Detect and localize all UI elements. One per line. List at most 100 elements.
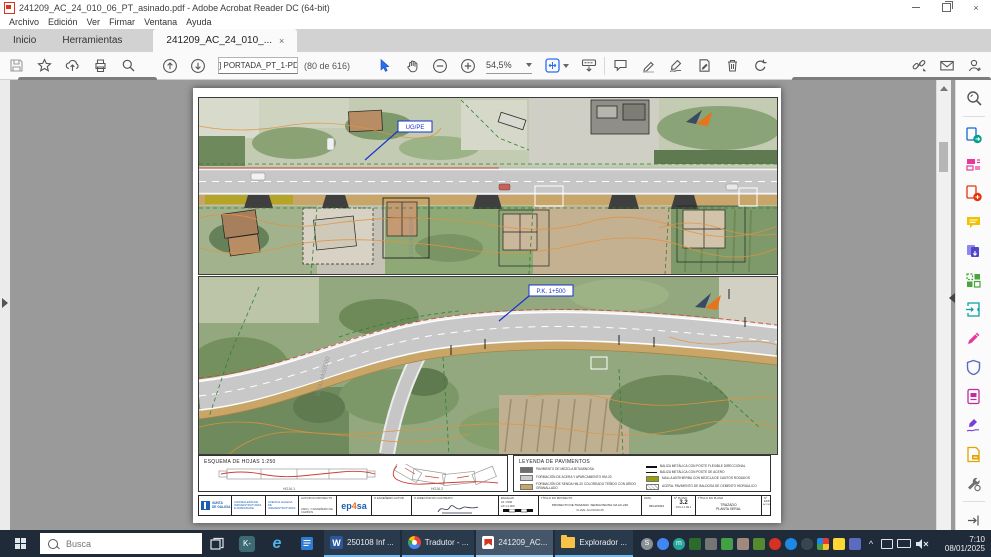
- tray-icon-green2[interactable]: [753, 538, 765, 550]
- tray-icon-skype[interactable]: S: [641, 538, 653, 550]
- page-bookmark-field[interactable]: [1] PORTADA_PT_1-PDF: [218, 57, 298, 74]
- zoom-level-select[interactable]: 54,5%: [486, 58, 532, 74]
- tray-icon-blue2[interactable]: [785, 538, 797, 550]
- hand-tool-button[interactable]: [404, 58, 420, 74]
- project-title-cell: TÍTULO DO PROXECTO PROXECTO DE TRAZADO. …: [539, 496, 642, 515]
- favorite-button[interactable]: [36, 58, 52, 74]
- restore-button[interactable]: [931, 0, 961, 15]
- app-k-button[interactable]: K-: [232, 530, 262, 557]
- tray-icon-green-dark[interactable]: [689, 538, 701, 550]
- organize-pages-tool[interactable]: [963, 269, 985, 291]
- tray-icon-brush[interactable]: [737, 538, 749, 550]
- taskbar-search[interactable]: [40, 533, 202, 554]
- menu-archivo[interactable]: Archivo: [9, 17, 39, 27]
- wordpad-button[interactable]: [292, 530, 322, 557]
- email-button[interactable]: [939, 58, 955, 74]
- delete-tool-button[interactable]: [724, 58, 740, 74]
- account-button[interactable]: [967, 58, 983, 74]
- scan-document-icon: [965, 388, 982, 405]
- menu-ver[interactable]: Ver: [87, 17, 101, 27]
- highlight-tool-button[interactable]: [640, 58, 656, 74]
- menu-ventana[interactable]: Ventana: [144, 17, 177, 27]
- taskbar-app-explorer[interactable]: Explorador ...: [555, 530, 633, 557]
- comment-tool[interactable]: [963, 211, 985, 233]
- chevron-down-icon[interactable]: [563, 64, 569, 68]
- rotate-tool-button[interactable]: [752, 58, 768, 74]
- collapse-panel-button[interactable]: [963, 509, 985, 531]
- menu-ayuda[interactable]: Ayuda: [186, 17, 211, 27]
- scroll-up-icon[interactable]: [940, 86, 948, 91]
- tab-tools[interactable]: Herramientas: [49, 29, 135, 52]
- compress-pdf-tool[interactable]: [963, 298, 985, 320]
- tray-icon-blue[interactable]: [657, 538, 669, 550]
- certificates-tool[interactable]: [963, 414, 985, 436]
- fit-page-button[interactable]: [544, 58, 560, 74]
- windows-taskbar: K- e W 250108 Inf ... Tradutor - ... 241…: [0, 530, 991, 557]
- search-tool[interactable]: [963, 87, 985, 109]
- chrome-icon: [408, 536, 421, 549]
- tray-icon-sticky-note[interactable]: [833, 538, 845, 550]
- export-pdf-tool[interactable]: [963, 124, 985, 146]
- menu-firmar[interactable]: Firmar: [109, 17, 135, 27]
- zoom-out-button[interactable]: [432, 58, 448, 74]
- next-page-button[interactable]: [190, 58, 206, 74]
- svg-text:UG/PE: UG/PE: [406, 125, 425, 131]
- share-link-button[interactable]: [911, 58, 927, 74]
- scan-ocr-tool[interactable]: [963, 385, 985, 407]
- system-tray: S m ^: [641, 538, 929, 550]
- page-display-button[interactable]: [581, 58, 597, 74]
- taskbar-app-chrome[interactable]: Tradutor - ...: [402, 530, 475, 557]
- tray-icon-multicolor[interactable]: [817, 538, 829, 550]
- select-tool-button[interactable]: [376, 58, 392, 74]
- nav-pane-expand-icon[interactable]: [2, 298, 8, 308]
- volume-muted-icon[interactable]: [915, 538, 929, 550]
- print-button[interactable]: [92, 58, 108, 74]
- sign-tool-button[interactable]: [668, 58, 684, 74]
- taskbar-clock[interactable]: 7:10 08/01/2025: [937, 535, 985, 553]
- request-signature-icon: [965, 446, 982, 463]
- find-button[interactable]: [120, 58, 136, 74]
- tray-icon-gray[interactable]: [705, 538, 717, 550]
- create-pdf-tool[interactable]: [963, 182, 985, 204]
- taskbar-app-acrobat[interactable]: 241209_AC...: [476, 530, 553, 557]
- tray-icon-red[interactable]: [769, 538, 781, 550]
- time-label: 7:10: [937, 535, 985, 544]
- tray-icon-green[interactable]: [721, 538, 733, 550]
- save-button[interactable]: [8, 58, 24, 74]
- tab-document[interactable]: 241209_AC_24_010_... ×: [153, 29, 297, 52]
- sheet-1-label: HOJA 1: [283, 487, 295, 491]
- edit-pdf-tool[interactable]: [963, 153, 985, 175]
- combine-files-tool[interactable]: [963, 240, 985, 262]
- fill-and-sign-tool[interactable]: [963, 327, 985, 349]
- tab-close-icon[interactable]: ×: [279, 36, 284, 46]
- shield-icon: [965, 359, 982, 376]
- tray-icon-display[interactable]: [881, 539, 893, 549]
- start-button[interactable]: [0, 530, 40, 557]
- protect-tool[interactable]: [963, 356, 985, 378]
- tab-home[interactable]: Inicio: [0, 29, 49, 52]
- comment-tool-button[interactable]: [612, 58, 628, 74]
- more-tools[interactable]: [963, 472, 985, 494]
- tray-expand-icon[interactable]: ^: [865, 538, 877, 550]
- zoom-in-button[interactable]: [460, 58, 476, 74]
- close-button[interactable]: ×: [961, 0, 991, 15]
- tray-icon-shield[interactable]: [849, 538, 861, 550]
- search-input[interactable]: [64, 538, 188, 550]
- folder-icon: [561, 537, 575, 548]
- menu-edicion[interactable]: Edición: [48, 17, 78, 27]
- scrollbar-thumb[interactable]: [939, 142, 948, 172]
- taskbar-app-word[interactable]: W 250108 Inf ...: [324, 530, 400, 557]
- cad-reference-text: 150414AS0500: [409, 216, 415, 258]
- task-view-button[interactable]: [202, 530, 232, 557]
- tray-icon-dark[interactable]: [801, 538, 813, 550]
- minimize-button[interactable]: [901, 0, 931, 15]
- windows-logo-icon: [15, 538, 26, 549]
- tray-icon-keyboard[interactable]: [897, 539, 911, 548]
- aerial-plan-2: 150414AS0500 P.K. 1+500: [199, 277, 777, 454]
- share-button[interactable]: [64, 58, 80, 74]
- tray-icon-m[interactable]: m: [673, 538, 685, 550]
- previous-page-button[interactable]: [162, 58, 178, 74]
- stamp-tool-button[interactable]: [696, 58, 712, 74]
- internet-explorer-button[interactable]: e: [262, 530, 292, 557]
- request-signatures-tool[interactable]: [963, 443, 985, 465]
